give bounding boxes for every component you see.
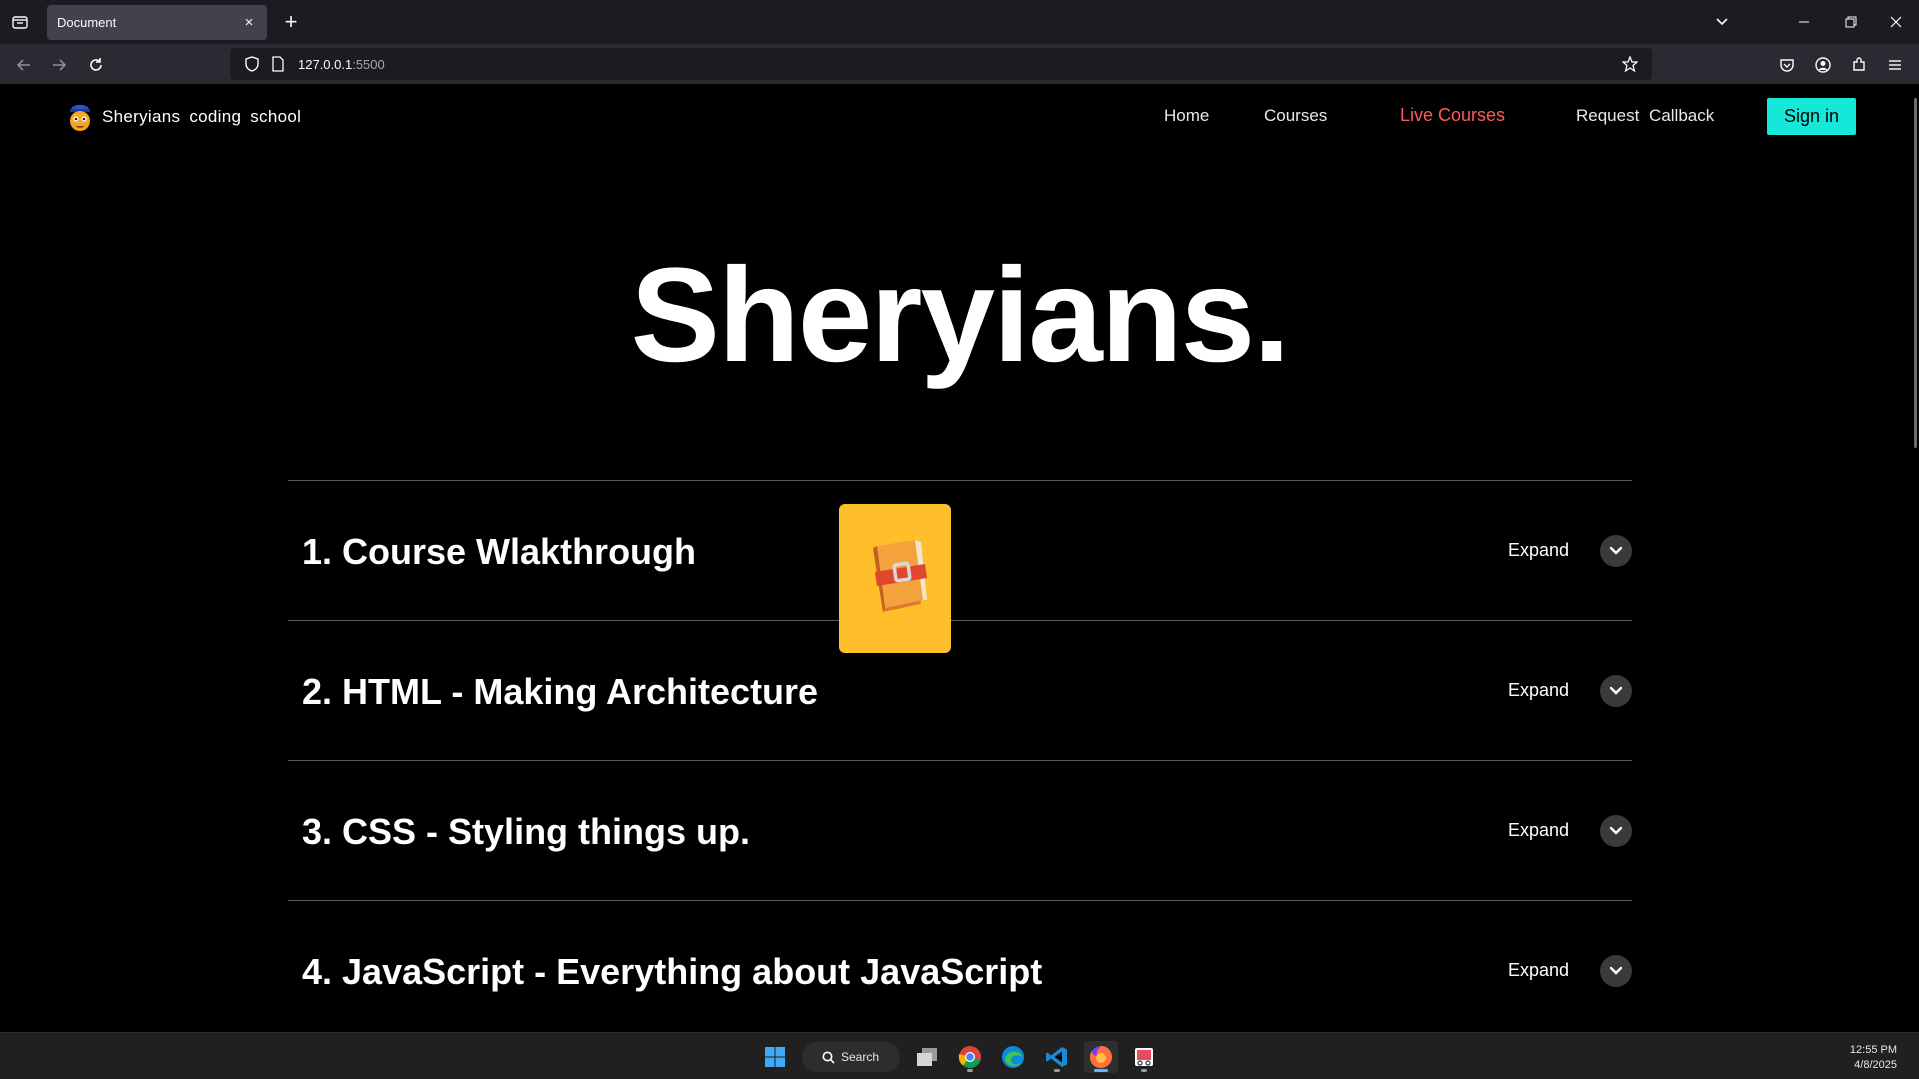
back-icon[interactable]: [10, 52, 38, 78]
chevron-down-icon[interactable]: [1600, 815, 1632, 847]
expand-label[interactable]: Expand: [1508, 680, 1569, 701]
pocket-icon[interactable]: [1773, 52, 1801, 78]
browser-navbar: 127.0.0.1:5500: [0, 44, 1919, 84]
firefox-icon[interactable]: [1084, 1041, 1118, 1073]
course-row-1[interactable]: 1. Course Wlakthrough Expand: [288, 480, 1632, 620]
tab-list-icon[interactable]: [9, 12, 31, 32]
menu-icon[interactable]: [1881, 52, 1909, 78]
site-header: Sheryians coding school Home Courses Liv…: [0, 84, 1919, 148]
nav-request-callback[interactable]: Request Callback: [1576, 106, 1714, 126]
close-tab-icon[interactable]: ×: [241, 14, 257, 31]
running-indicator: [967, 1069, 973, 1072]
system-clock[interactable]: 12:55 PM 4/8/2025: [1850, 1043, 1897, 1073]
course-title: 4. JavaScript - Everything about JavaScr…: [302, 951, 1043, 992]
url-port: :5500: [352, 56, 385, 72]
tab-title: Document: [57, 15, 117, 30]
nav-live-courses[interactable]: Live Courses: [1400, 105, 1505, 126]
expand-label[interactable]: Expand: [1508, 540, 1569, 561]
url-text[interactable]: 127.0.0.1:5500: [298, 57, 385, 72]
course-row-3[interactable]: 3. CSS - Styling things up. Expand: [288, 760, 1632, 900]
sign-in-button[interactable]: Sign in: [1767, 98, 1856, 135]
expand-label[interactable]: Expand: [1508, 960, 1569, 981]
chevron-down-icon[interactable]: [1600, 955, 1632, 987]
chevron-down-icon[interactable]: [1708, 8, 1736, 36]
account-icon[interactable]: [1809, 52, 1837, 78]
nav-courses[interactable]: Courses: [1264, 106, 1327, 126]
course-row-4[interactable]: 4. JavaScript - Everything about JavaScr…: [288, 900, 1632, 1032]
task-view-icon[interactable]: [910, 1041, 944, 1073]
course-title: 1. Course Wlakthrough: [302, 531, 697, 572]
edge-icon[interactable]: [996, 1041, 1030, 1073]
active-indicator: [1094, 1069, 1108, 1072]
chevron-down-icon[interactable]: [1600, 675, 1632, 707]
page-icon[interactable]: [268, 54, 288, 74]
browser-tabstrip: Document × +: [0, 0, 1919, 44]
course-title: 3. CSS - Styling things up.: [302, 811, 751, 852]
course-accordion: 1. Course Wlakthrough Expand 2. HTML - M…: [288, 480, 1632, 1032]
close-window-icon[interactable]: [1882, 8, 1910, 36]
brand[interactable]: Sheryians coding school: [66, 100, 301, 134]
forward-icon[interactable]: [45, 52, 73, 78]
expand-label[interactable]: Expand: [1508, 820, 1569, 841]
minimize-icon[interactable]: [1790, 8, 1818, 36]
search-icon: [822, 1051, 835, 1064]
course-title: 2. HTML - Making Architecture: [302, 671, 819, 712]
restore-icon[interactable]: [1837, 8, 1865, 36]
hero-title: Sheryians.: [630, 241, 1291, 390]
chrome-icon[interactable]: [953, 1041, 987, 1073]
snipping-tool-icon[interactable]: [1127, 1041, 1161, 1073]
brand-name: Sheryians coding school: [102, 107, 302, 126]
new-tab-button[interactable]: +: [279, 9, 303, 34]
url-bar[interactable]: 127.0.0.1:5500: [230, 48, 1652, 80]
course-row-2[interactable]: 2. HTML - Making Architecture Expand: [288, 620, 1632, 760]
page-content: Sheryians coding school Home Courses Liv…: [0, 84, 1919, 1032]
taskbar-search-label: Search: [841, 1050, 880, 1064]
clock-time: 12:55 PM: [1849, 1044, 1897, 1056]
book-icon: [873, 539, 927, 612]
reload-icon[interactable]: [82, 52, 110, 78]
running-indicator: [1054, 1069, 1060, 1072]
shield-icon[interactable]: [242, 54, 262, 74]
hover-preview-card: [839, 504, 951, 653]
running-indicator: [1141, 1069, 1147, 1072]
vscode-icon[interactable]: [1040, 1041, 1074, 1073]
url-host: 127.0.0.1: [298, 56, 353, 72]
taskbar-search[interactable]: Search: [802, 1042, 900, 1072]
nav-home[interactable]: Home: [1164, 106, 1209, 126]
windows-start-icon[interactable]: [758, 1041, 792, 1073]
taskbar: Search 12:55 PM 4/8/2025: [0, 1032, 1919, 1079]
clock-date: 4/8/2025: [1854, 1059, 1897, 1071]
bookmark-star-icon[interactable]: [1620, 54, 1640, 74]
extensions-icon[interactable]: [1845, 52, 1873, 78]
chevron-down-icon[interactable]: [1600, 535, 1632, 567]
brand-logo-icon: [70, 104, 90, 131]
tab-document[interactable]: Document ×: [47, 5, 267, 40]
